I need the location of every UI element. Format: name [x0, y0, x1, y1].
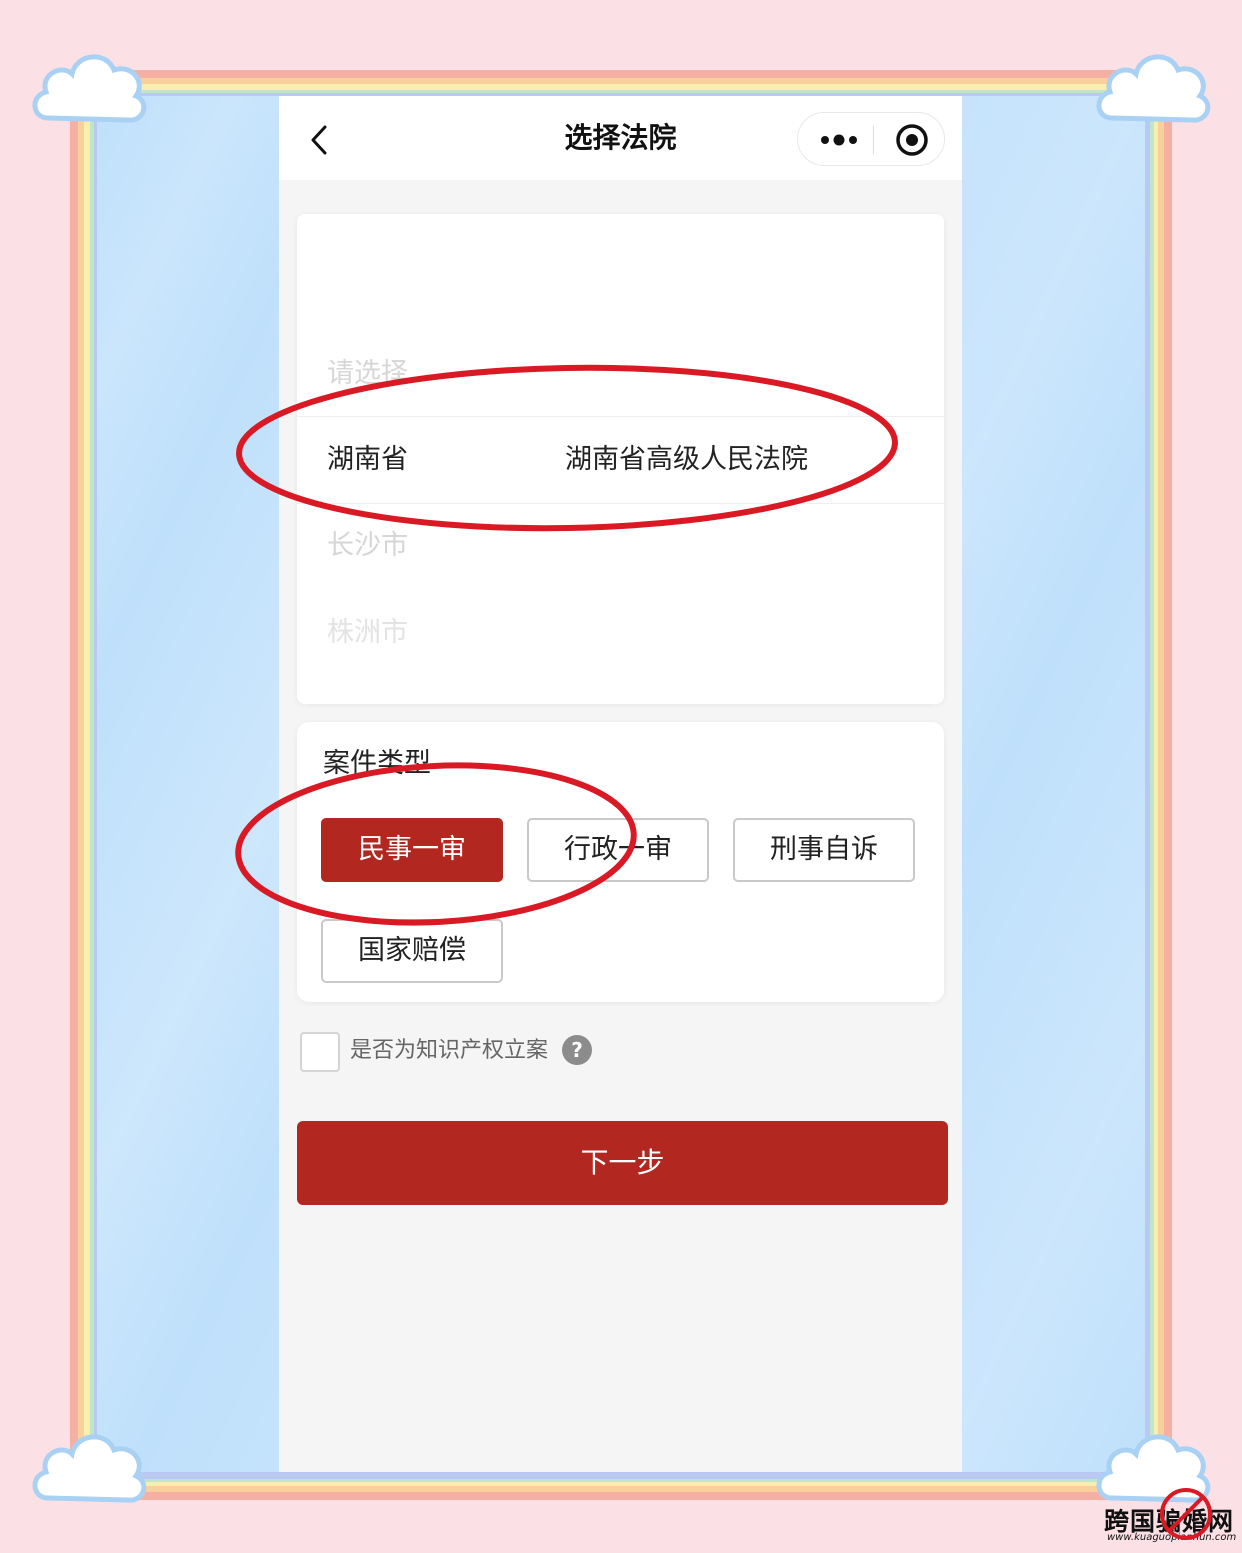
case-type-option-civil-first-instance[interactable]: 民事一审	[321, 818, 503, 882]
watermark: 跨国骗婚网 www.kuaguopianhun.com	[1104, 1488, 1240, 1550]
next-step-button[interactable]: 下一步	[297, 1121, 948, 1205]
picker-selected-province[interactable]: 湖南省	[327, 440, 408, 480]
close-miniprogram-icon[interactable]	[895, 123, 929, 157]
case-type-option-criminal-private-prosecution[interactable]: 刑事自诉	[733, 818, 915, 882]
court-picker[interactable]: 请选择 湖南省 湖南省高级人民法院 长沙市 株洲市	[297, 214, 944, 704]
miniprogram-capsule	[797, 112, 945, 166]
cloud-icon	[1096, 54, 1211, 123]
question-icon[interactable]: ?	[561, 1034, 593, 1066]
case-type-label: 案件类型	[323, 748, 431, 779]
picker-option[interactable]: 长沙市	[327, 526, 408, 566]
svg-text:?: ?	[571, 1038, 583, 1062]
navigation-bar: 选择法院	[279, 96, 962, 180]
case-type-option-administrative-first-instance[interactable]: 行政一审	[527, 818, 709, 882]
cloud-icon	[32, 1434, 147, 1503]
more-icon[interactable]	[820, 133, 858, 147]
cloud-icon	[32, 54, 147, 123]
no-sign-icon	[1160, 1488, 1212, 1540]
picker-option[interactable]: 株洲市	[327, 613, 408, 653]
case-type-option-state-compensation[interactable]: 国家赔偿	[321, 919, 503, 983]
capsule-divider	[873, 126, 874, 154]
picker-selected-court[interactable]: 湖南省高级人民法院	[565, 440, 808, 480]
picker-placeholder: 请选择	[327, 358, 408, 389]
ip-filing-label: 是否为知识产权立案	[350, 1038, 549, 1063]
case-type-card: 案件类型 民事一审 行政一审 刑事自诉 国家赔偿	[297, 722, 944, 1002]
phone-screen: 选择法院 请选择 湖南省 湖南省高级人民法院 长沙市 株洲市 案件类型 民事一审…	[279, 96, 962, 1472]
ip-filing-checkbox[interactable]	[300, 1032, 340, 1072]
